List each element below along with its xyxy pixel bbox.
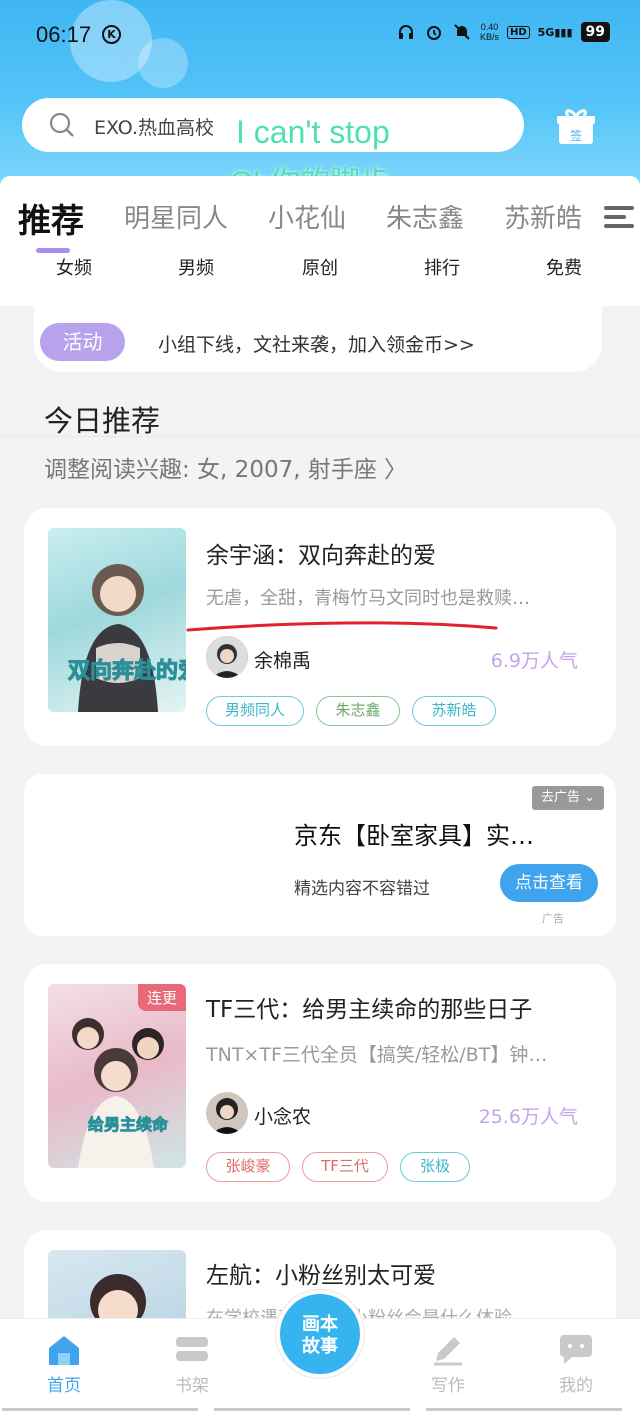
book-cover[interactable]: 双向奔赴的爱 [48,528,186,712]
ad-card[interactable]: 去广告 ⌄ 京东【卧室家具】实… 精选内容不容错过 点击查看 广告 [24,774,616,936]
book-card[interactable]: 给男主续命 连更 TF三代：给男主续命的那些日子 TNT×TF三代全员【搞笑/轻… [24,964,616,1202]
section-title: 今日推荐 [44,404,161,438]
book-card[interactable]: 双向奔赴的爱 余宇涵：双向奔赴的爱 无虐，全甜，青梅竹马文同时也是救赎… 余棉禹… [24,508,616,746]
sign-in-gift-icon[interactable]: 签 [556,108,596,146]
nav-home[interactable]: 首页 [24,1333,104,1396]
signal-5g-icon: 5G▮▮▮ [537,25,573,39]
net-speed: 0.40 KB/s [479,22,499,42]
red-annotation-underline [186,621,498,632]
pen-icon [430,1333,466,1367]
nav-me[interactable]: 我的 [536,1333,616,1396]
avatar[interactable] [206,636,248,678]
chat-bubble-icon [558,1333,594,1367]
book-title[interactable]: 左航：小粉丝别太可爱 [206,1256,436,1290]
tab-zhuzhixin[interactable]: 朱志鑫 [386,198,464,235]
activity-text[interactable]: 小组下线，文社来袭，加入领金币>> [158,330,475,357]
book-cover[interactable]: 给男主续命 连更 [48,984,186,1168]
tab-xiaohuaxian[interactable]: 小花仙 [268,198,346,235]
tag[interactable]: TF三代 [302,1152,388,1182]
nav-bookshelf[interactable]: 书架 [152,1333,232,1396]
tab-suxinhao[interactable]: 苏新皓 [504,198,582,235]
book-description: 无虐，全甜，青梅竹马文同时也是救赎… [206,588,530,609]
k-app-icon: K [102,25,121,44]
divider [0,436,640,437]
book-description: TNT×TF三代全员【搞笑/轻松/BT】钟… [206,1044,548,1066]
reading-interest-link[interactable]: 调整阅读兴趣: 女, 2007, 射手座 〉 [44,450,407,484]
author-name[interactable]: 小念农 [254,1102,311,1129]
popularity-count: 25.6万人气 [478,1106,578,1128]
tab-star-fanfic[interactable]: 明星同人 [124,198,228,235]
status-icons: 0.40 KB/s HD 5G▮▮▮ 99 [396,22,610,42]
system-gesture-bar [0,1408,640,1414]
popularity-count: 6.9万人气 [490,650,578,672]
tag[interactable]: 男频同人 [206,696,304,726]
search-input[interactable]: EXO.热血高校 [94,113,214,140]
hd-icon: HD [506,25,530,39]
floating-lyric-line1: I can't stop [236,114,390,150]
ad-description: 精选内容不容错过 [294,879,430,899]
ad-title[interactable]: 京东【卧室家具】实… [294,816,534,851]
alarm-icon [424,22,444,42]
search-icon [48,111,76,143]
serializing-badge: 连更 [137,984,186,1011]
activity-banner[interactable]: 活动 小组下线，文社来袭，加入领金币>> [34,306,602,372]
ad-view-button[interactable]: 点击查看 [500,864,598,902]
mute-bell-icon [452,22,472,42]
status-time: 06:17 [36,22,92,47]
signal-label: 5G [537,25,555,39]
nav-home-label: 首页 [47,1376,81,1396]
subtab-female[interactable]: 女频 [34,254,114,280]
nav-write[interactable]: 写作 [408,1333,488,1396]
nav-me-label: 我的 [559,1376,593,1396]
subtab-male[interactable]: 男频 [156,254,236,280]
nav-write-label: 写作 [431,1376,465,1396]
bookshelf-icon [174,1333,210,1367]
subtab-free[interactable]: 免费 [524,254,604,280]
subtab-ranking[interactable]: 排行 [402,254,482,280]
ad-label: 广告 [542,912,564,925]
story-center-button[interactable]: 画本 故事 [276,1290,364,1378]
activity-badge: 活动 [40,323,125,361]
tag[interactable]: 张极 [400,1152,470,1182]
book-title[interactable]: 余宇涵：双向奔赴的爱 [206,536,436,570]
cover-title: 双向奔赴的爱 [68,658,186,684]
tab-recommend[interactable]: 推荐 [18,194,84,242]
tag[interactable]: 苏新皓 [412,696,496,726]
tab-menu-icon[interactable] [598,202,638,232]
avatar[interactable] [206,1092,248,1134]
subtab-original[interactable]: 原创 [280,254,360,280]
battery-icon: 99 [580,22,610,42]
tag[interactable]: 张峻豪 [206,1152,290,1182]
book-title[interactable]: TF三代：给男主续命的那些日子 [206,990,532,1024]
remove-ad-button[interactable]: 去广告 ⌄ [532,786,604,810]
home-icon [46,1333,82,1367]
active-tab-indicator [36,248,70,253]
status-bar: 06:17 K 0.40 KB/s HD 5G▮▮▮ 99 [0,0,640,70]
cover-title: 给男主续命 [88,1115,169,1134]
gift-label: 签 [570,128,582,143]
tag[interactable]: 朱志鑫 [316,696,400,726]
nav-bookshelf-label: 书架 [175,1376,209,1396]
category-tabs: 推荐 明星同人 小花仙 朱志鑫 苏新皓 女频 男频 原创 排行 免费 [0,176,640,306]
headphones-icon [396,22,416,42]
author-name[interactable]: 余棉禹 [254,646,311,673]
